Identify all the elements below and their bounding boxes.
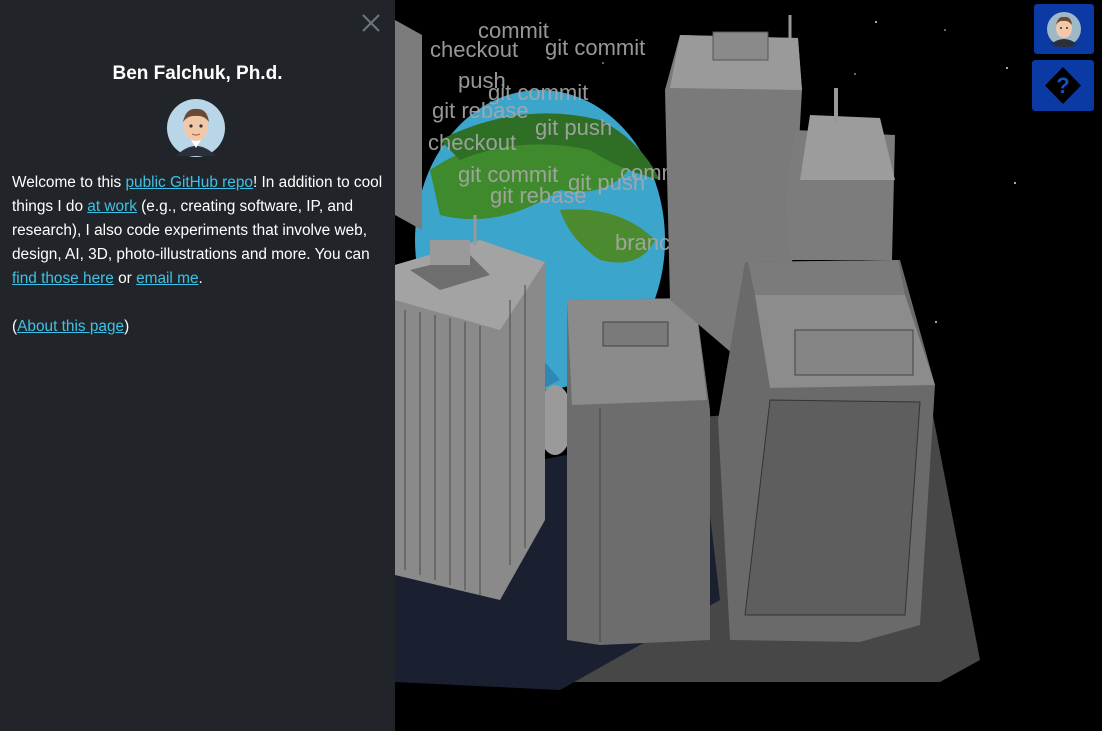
svg-text:?: ? <box>1056 73 1069 98</box>
git-word: checkout <box>430 37 518 62</box>
intro-text-part: . <box>198 270 203 287</box>
email-me-link[interactable]: email me <box>136 270 198 287</box>
close-panel-button[interactable] <box>359 11 383 35</box>
git-word: git push <box>535 115 612 140</box>
git-word: git commit <box>545 35 645 60</box>
git-word: git rebase <box>490 183 587 208</box>
about-paren: ) <box>124 318 130 335</box>
avatar-icon <box>167 99 225 157</box>
about-line: (About this page) <box>12 315 384 339</box>
intro-text-part: or <box>113 270 137 287</box>
about-page-link[interactable]: About this page <box>17 318 124 335</box>
app-root: commit checkout git commit push git comm… <box>0 0 1102 731</box>
info-panel: Ben Falchuk, Ph.d. Welcome to this publi… <box>0 0 395 731</box>
building <box>718 260 935 642</box>
at-work-link[interactable]: at work <box>87 198 137 215</box>
profile-button[interactable] <box>1034 4 1094 54</box>
intro-text: Welcome to this public GitHub repo! In a… <box>12 171 384 291</box>
find-those-here-link[interactable]: find those here <box>12 270 114 287</box>
intro-text-part: Welcome to this <box>12 174 126 191</box>
close-icon[interactable] <box>359 11 383 35</box>
building <box>395 20 422 230</box>
panel-title: Ben Falchuk, Ph.d. <box>112 63 283 84</box>
git-word: checkout <box>428 130 516 155</box>
avatar-icon <box>1047 12 1081 47</box>
public-repo-link[interactable]: public GitHub repo <box>125 174 252 191</box>
question-mark-icon: ? <box>1045 67 1081 104</box>
git-word: git rebase <box>432 98 529 123</box>
help-button[interactable]: ? <box>1032 60 1094 111</box>
avatar <box>166 98 226 158</box>
building <box>567 298 710 645</box>
building <box>395 215 545 600</box>
